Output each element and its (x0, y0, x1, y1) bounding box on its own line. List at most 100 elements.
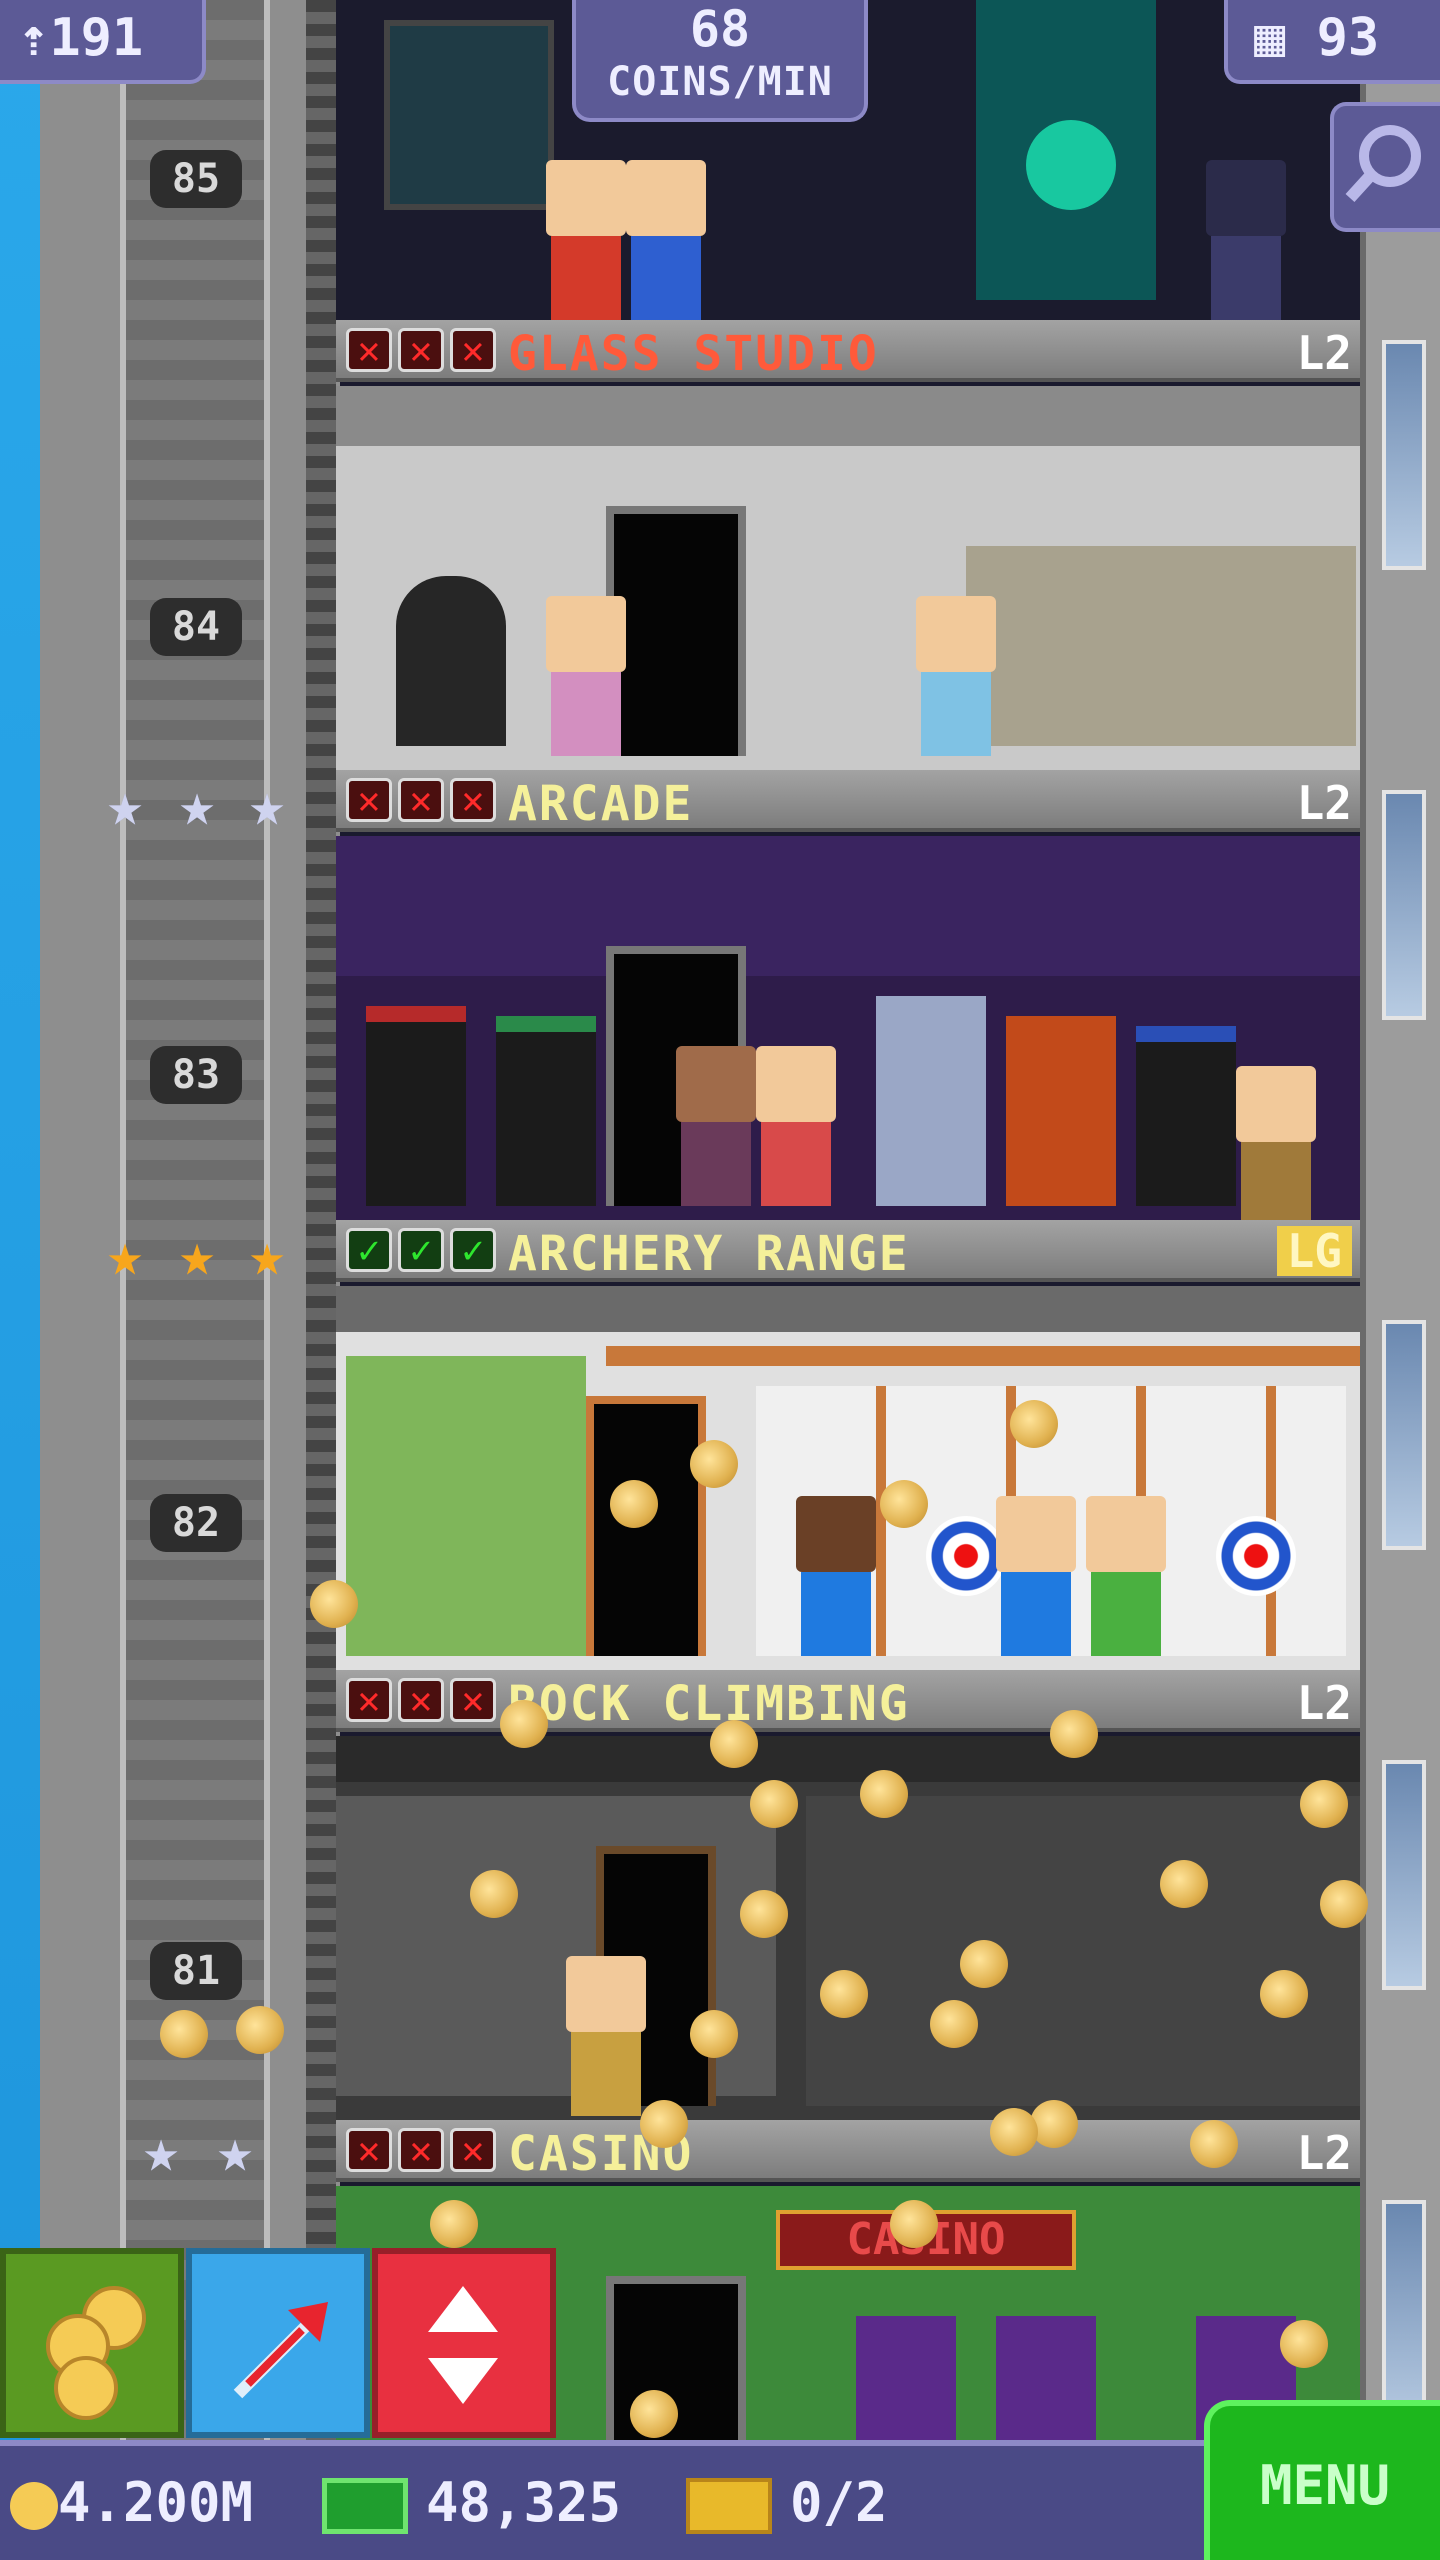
shelves (966, 546, 1356, 746)
resident[interactable] (626, 160, 706, 320)
coin-icon[interactable] (236, 2006, 284, 2054)
room-glass-studio[interactable] (336, 386, 1360, 770)
person-up-icon: ⇡ (18, 8, 50, 68)
star-icon: ★ (106, 1220, 144, 1290)
resident[interactable] (546, 596, 626, 756)
room-arcade[interactable] (336, 836, 1360, 1220)
menu-button[interactable]: MENU (1204, 2400, 1440, 2560)
elevator-button[interactable] (372, 2248, 556, 2438)
coin-icon[interactable] (1010, 1400, 1058, 1448)
coin-icon[interactable] (1320, 1880, 1368, 1928)
slot-machine (996, 2316, 1096, 2440)
coin-icon[interactable] (990, 2108, 1038, 2156)
status-marks: ✓ ✓ ✓ (346, 1228, 496, 1272)
coin-icon[interactable] (1190, 2120, 1238, 2168)
x-icon: ✕ (450, 328, 496, 372)
resident[interactable] (1236, 1066, 1316, 1220)
coin-icon[interactable] (470, 1870, 518, 1918)
coin-icon[interactable] (930, 2000, 978, 2048)
weapon-wall (346, 1356, 586, 1656)
coin-icon (10, 2482, 58, 2531)
room-title-glass-studio[interactable]: ✕ ✕ ✕ GLASS STUDIO L2 (336, 320, 1360, 382)
coin-icon[interactable] (1300, 1780, 1348, 1828)
room-title-arcade[interactable]: ✕ ✕ ✕ ARCADE L2 (336, 770, 1360, 832)
room-title-archery-range[interactable]: ✓ ✓ ✓ ARCHERY RANGE LG (336, 1220, 1360, 1282)
coin-icon[interactable] (960, 1940, 1008, 1988)
x-icon: ✕ (346, 1678, 392, 1722)
coin-icon[interactable] (640, 2100, 688, 2148)
coin-icon[interactable] (690, 1440, 738, 1488)
magnifier-button[interactable] (1330, 102, 1440, 232)
star-icon: ★ (248, 770, 286, 840)
floors-value: 93 (1316, 8, 1380, 68)
climbing-wall (806, 1796, 1360, 2106)
room-title-rock-climbing[interactable]: ✕ ✕ ✕ ROCK CLIMBING L2 (336, 1670, 1360, 1732)
coin-icon[interactable] (500, 1700, 548, 1748)
coin-icon[interactable] (1050, 1710, 1098, 1758)
room-name: ROCK CLIMBING (508, 1676, 910, 1732)
resident[interactable] (546, 160, 626, 320)
resident[interactable] (1086, 1496, 1166, 1656)
star-icon: ★ (248, 1220, 286, 1290)
ticket-icon (686, 2478, 772, 2535)
room-name: GLASS STUDIO (508, 326, 879, 382)
bux-balance[interactable]: 48,325 (322, 2470, 621, 2536)
resident[interactable] (1206, 160, 1286, 320)
coin-icon[interactable] (1260, 1970, 1308, 2018)
coins-button[interactable] (0, 2248, 184, 2438)
resident[interactable] (796, 1496, 876, 1656)
star-icon: ★ (178, 1220, 216, 1290)
slot-machine (856, 2316, 956, 2440)
population-counter[interactable]: ⇡191 (0, 0, 206, 84)
dig-arrow-icon (233, 2302, 328, 2399)
coin-icon[interactable] (740, 1890, 788, 1938)
coin-balance[interactable]: 4.200M (10, 2470, 253, 2536)
floors-counter[interactable]: ▦ 93 (1224, 0, 1440, 84)
building-window (1382, 1760, 1426, 1990)
room-archery-range[interactable] (336, 1286, 1360, 1670)
dig-button[interactable] (186, 2248, 370, 2438)
status-marks: ✕ ✕ ✕ (346, 778, 496, 822)
coin-icon[interactable] (1030, 2100, 1078, 2148)
x-icon: ✕ (346, 778, 392, 822)
check-icon: ✓ (398, 1228, 444, 1272)
target-icon (926, 1516, 1006, 1596)
room-level: LG (1276, 1226, 1352, 1276)
coin-icon[interactable] (820, 1970, 868, 2018)
coin-icon[interactable] (690, 2010, 738, 2058)
coin-icon[interactable] (160, 2010, 208, 2058)
resident[interactable] (916, 596, 996, 756)
coin-icon[interactable] (310, 1580, 358, 1628)
resident[interactable] (676, 1046, 756, 1206)
coin-icon[interactable] (1280, 2320, 1328, 2368)
coin-icon[interactable] (880, 1480, 928, 1528)
coin-icon[interactable] (710, 1720, 758, 1768)
floor-number-83: 83 (150, 1046, 242, 1104)
coin-icon[interactable] (430, 2200, 478, 2248)
resident[interactable] (756, 1046, 836, 1206)
coin-icon[interactable] (1160, 1860, 1208, 1908)
coin-icon[interactable] (750, 1780, 798, 1828)
arcade-cabinet (366, 1006, 466, 1206)
coin-rate-panel[interactable]: 68 COINS/MIN (572, 0, 868, 122)
room-rock-climbing[interactable] (336, 1736, 1360, 2120)
check-icon: ✓ (450, 1228, 496, 1272)
resident[interactable] (996, 1496, 1076, 1656)
coin-icon[interactable] (610, 1480, 658, 1528)
target-icon (1216, 1516, 1296, 1596)
coin-icon[interactable] (630, 2390, 678, 2438)
coin-icon[interactable] (860, 1770, 908, 1818)
building-window (1382, 1320, 1426, 1550)
x-icon: ✕ (450, 2128, 496, 2172)
status-marks: ✕ ✕ ✕ (346, 1678, 496, 1722)
claw-machine (876, 996, 986, 1206)
ticket-counter[interactable]: 0/2 (686, 2470, 888, 2536)
bux-balance-value: 48,325 (426, 2471, 622, 2534)
room-name: ARCHERY RANGE (508, 1226, 910, 1282)
resident[interactable] (566, 1956, 646, 2116)
coin-rate-value: 68 (689, 0, 751, 58)
room-level: L2 (1296, 1676, 1352, 1730)
coin-icon[interactable] (890, 2200, 938, 2248)
coins-icon (46, 2286, 146, 2420)
room-level: L2 (1296, 326, 1352, 380)
